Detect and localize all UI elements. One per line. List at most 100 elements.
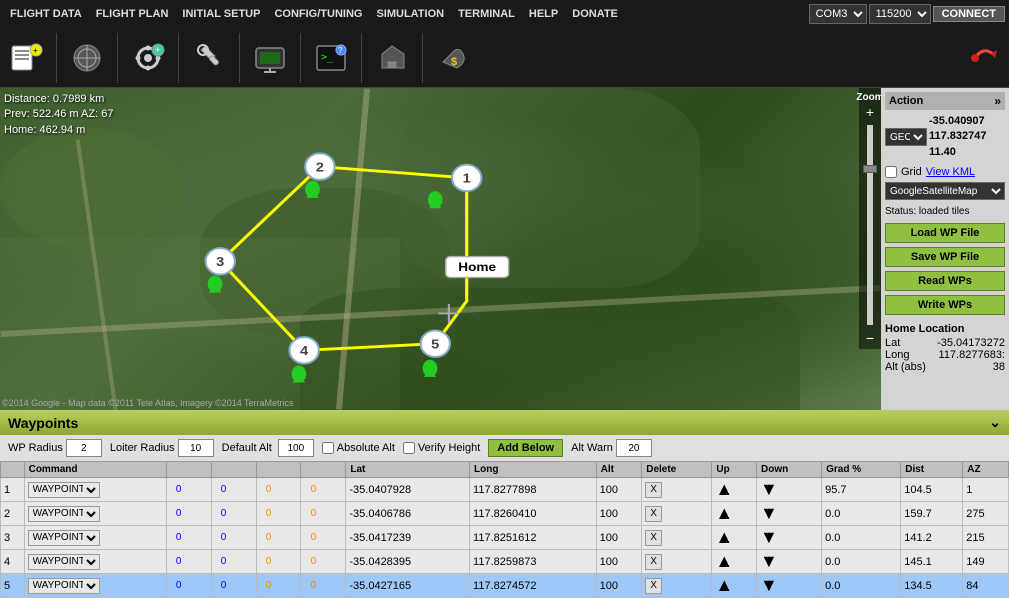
wp-p2-input-5[interactable] [215, 578, 233, 594]
loiter-radius-input[interactable] [178, 439, 214, 457]
wp-p1 [166, 526, 211, 550]
svg-text:3: 3 [216, 254, 224, 269]
menu-initial-setup[interactable]: INITIAL SETUP [176, 6, 266, 22]
wp-down-arrow-3[interactable]: ▼ [760, 527, 778, 547]
wp-up-cell: ▲ [712, 550, 757, 574]
wp-up-arrow-5[interactable]: ▲ [715, 575, 733, 595]
toolbar-config-tuning[interactable] [191, 40, 227, 76]
home-location: Home Location Lat -35.04173272 Long 117.… [885, 323, 1005, 373]
wp-p1-input-2[interactable] [170, 506, 188, 522]
coord-values: -35.040907 117.832747 11.40 [929, 114, 987, 160]
toolbar-help[interactable] [374, 40, 410, 76]
wp-cmd-select-3[interactable]: WAYPOINT [28, 530, 100, 546]
verify-height-checkbox[interactable] [403, 442, 415, 454]
wp-dist: 141.2 [901, 526, 963, 550]
wp-p4-input-1[interactable] [304, 482, 322, 498]
waypoints-controls: WP Radius Loiter Radius Default Alt Abso… [0, 435, 1009, 461]
wp-lat: -35.0406786 [346, 502, 470, 526]
wp-cmd-select-2[interactable]: WAYPOINT [28, 506, 100, 522]
map-container[interactable]: Distance: 0.7989 km Prev: 522.46 m AZ: 6… [0, 88, 881, 410]
view-kml-link[interactable]: View KML [926, 166, 975, 178]
menu-flight-data[interactable]: FLIGHT DATA [4, 6, 88, 22]
wp-p4-input-2[interactable] [304, 506, 322, 522]
wp-down-arrow-5[interactable]: ▼ [760, 575, 778, 595]
save-wp-button[interactable]: Save WP File [885, 247, 1005, 267]
wp-p1 [166, 574, 211, 598]
wp-up-arrow-2[interactable]: ▲ [715, 503, 733, 523]
wp-delete-btn-2[interactable]: X [645, 506, 662, 522]
toolbar-flight-plan[interactable] [69, 40, 105, 76]
baud-select[interactable]: 115200 [869, 4, 931, 24]
wp-p4-input-4[interactable] [304, 554, 322, 570]
menu-terminal[interactable]: TERMINAL [452, 6, 521, 22]
toolbar-connect[interactable] [965, 40, 1001, 76]
toolbar-terminal[interactable]: >_ ? [313, 40, 349, 76]
wp-delete-btn-4[interactable]: X [645, 554, 662, 570]
add-below-button[interactable]: Add Below [488, 439, 563, 457]
default-alt-input[interactable] [278, 439, 314, 457]
menu-simulation[interactable]: SIMULATION [370, 6, 450, 22]
load-wp-button[interactable]: Load WP File [885, 223, 1005, 243]
wp-up-arrow-3[interactable]: ▲ [715, 527, 733, 547]
menu-help[interactable]: HELP [523, 6, 564, 22]
wp-p4-input-5[interactable] [304, 578, 322, 594]
toolbar-sep-5 [300, 33, 301, 83]
wp-p2-input-2[interactable] [215, 506, 233, 522]
wp-cmd-select-1[interactable]: WAYPOINT [28, 482, 100, 498]
wp-p4-input-3[interactable] [304, 530, 322, 546]
menu-config-tuning[interactable]: CONFIG/TUNING [268, 6, 368, 22]
connect-button[interactable]: CONNECT [933, 6, 1005, 22]
write-wps-button[interactable]: Write WPs [885, 295, 1005, 315]
wp-cmd-select-4[interactable]: WAYPOINT [28, 554, 100, 570]
wp-p2-input-3[interactable] [215, 530, 233, 546]
wp-p1-input-5[interactable] [170, 578, 188, 594]
coord-alt: 11.40 [929, 145, 987, 160]
toolbar-initial-setup[interactable]: + [130, 40, 166, 76]
toolbar-simulation[interactable] [252, 40, 288, 76]
wp-p2-input-4[interactable] [215, 554, 233, 570]
wp-p3-input-3[interactable] [260, 530, 278, 546]
wp-cmd-select-5[interactable]: WAYPOINT [28, 578, 100, 594]
wp-down-arrow-1[interactable]: ▼ [760, 479, 778, 499]
top-menu-bar: FLIGHT DATA FLIGHT PLAN INITIAL SETUP CO… [0, 0, 1009, 28]
wp-p2-input-1[interactable] [215, 482, 233, 498]
coord-type-select[interactable]: GEO [885, 128, 927, 146]
wp-p3-input-4[interactable] [260, 554, 278, 570]
absolute-alt-checkbox[interactable] [322, 442, 334, 454]
wp-delete-btn-3[interactable]: X [645, 530, 662, 546]
toolbar-donate[interactable]: $ [435, 40, 471, 76]
wp-delete-btn-5[interactable]: X [645, 578, 662, 594]
map-type-select[interactable]: GoogleSatelliteMap [885, 182, 1005, 200]
wp-up-arrow-1[interactable]: ▲ [715, 479, 733, 499]
icon-toolbar: + + [0, 28, 1009, 88]
wp-p3-input-2[interactable] [260, 506, 278, 522]
menu-donate[interactable]: DONATE [566, 6, 624, 22]
read-wps-button[interactable]: Read WPs [885, 271, 1005, 291]
wp-down-arrow-2[interactable]: ▼ [760, 503, 778, 523]
waypoints-title: Waypoints [8, 415, 78, 431]
zoom-in-button[interactable]: + [866, 105, 874, 119]
wp-p3-input-1[interactable] [260, 482, 278, 498]
grid-checkbox[interactable] [885, 166, 897, 178]
home-lat-label: Lat [885, 337, 900, 349]
zoom-slider-thumb[interactable] [863, 165, 877, 173]
wp-p3-input-5[interactable] [260, 578, 278, 594]
col-down: Down [756, 462, 821, 478]
wp-down-arrow-4[interactable]: ▼ [760, 551, 778, 571]
action-expand[interactable]: » [994, 94, 1001, 108]
wp-down-cell: ▼ [756, 478, 821, 502]
wp-p1-input-3[interactable] [170, 530, 188, 546]
wp-up-arrow-4[interactable]: ▲ [715, 551, 733, 571]
wp-radius-input[interactable] [66, 439, 102, 457]
wp-p1-input-1[interactable] [170, 482, 188, 498]
zoom-out-button[interactable]: − [866, 331, 874, 345]
menu-flight-plan[interactable]: FLIGHT PLAN [90, 6, 175, 22]
wp-delete-btn-1[interactable]: X [645, 482, 662, 498]
alt-warn-input[interactable] [616, 439, 652, 457]
alt-warn-group: Alt Warn [571, 439, 652, 457]
waypoints-collapse-button[interactable]: ⌄ [989, 414, 1001, 431]
toolbar-flight-data[interactable]: + [8, 40, 44, 76]
wp-p1-input-4[interactable] [170, 554, 188, 570]
zoom-slider[interactable] [867, 125, 873, 325]
port-select[interactable]: COM3 [809, 4, 867, 24]
